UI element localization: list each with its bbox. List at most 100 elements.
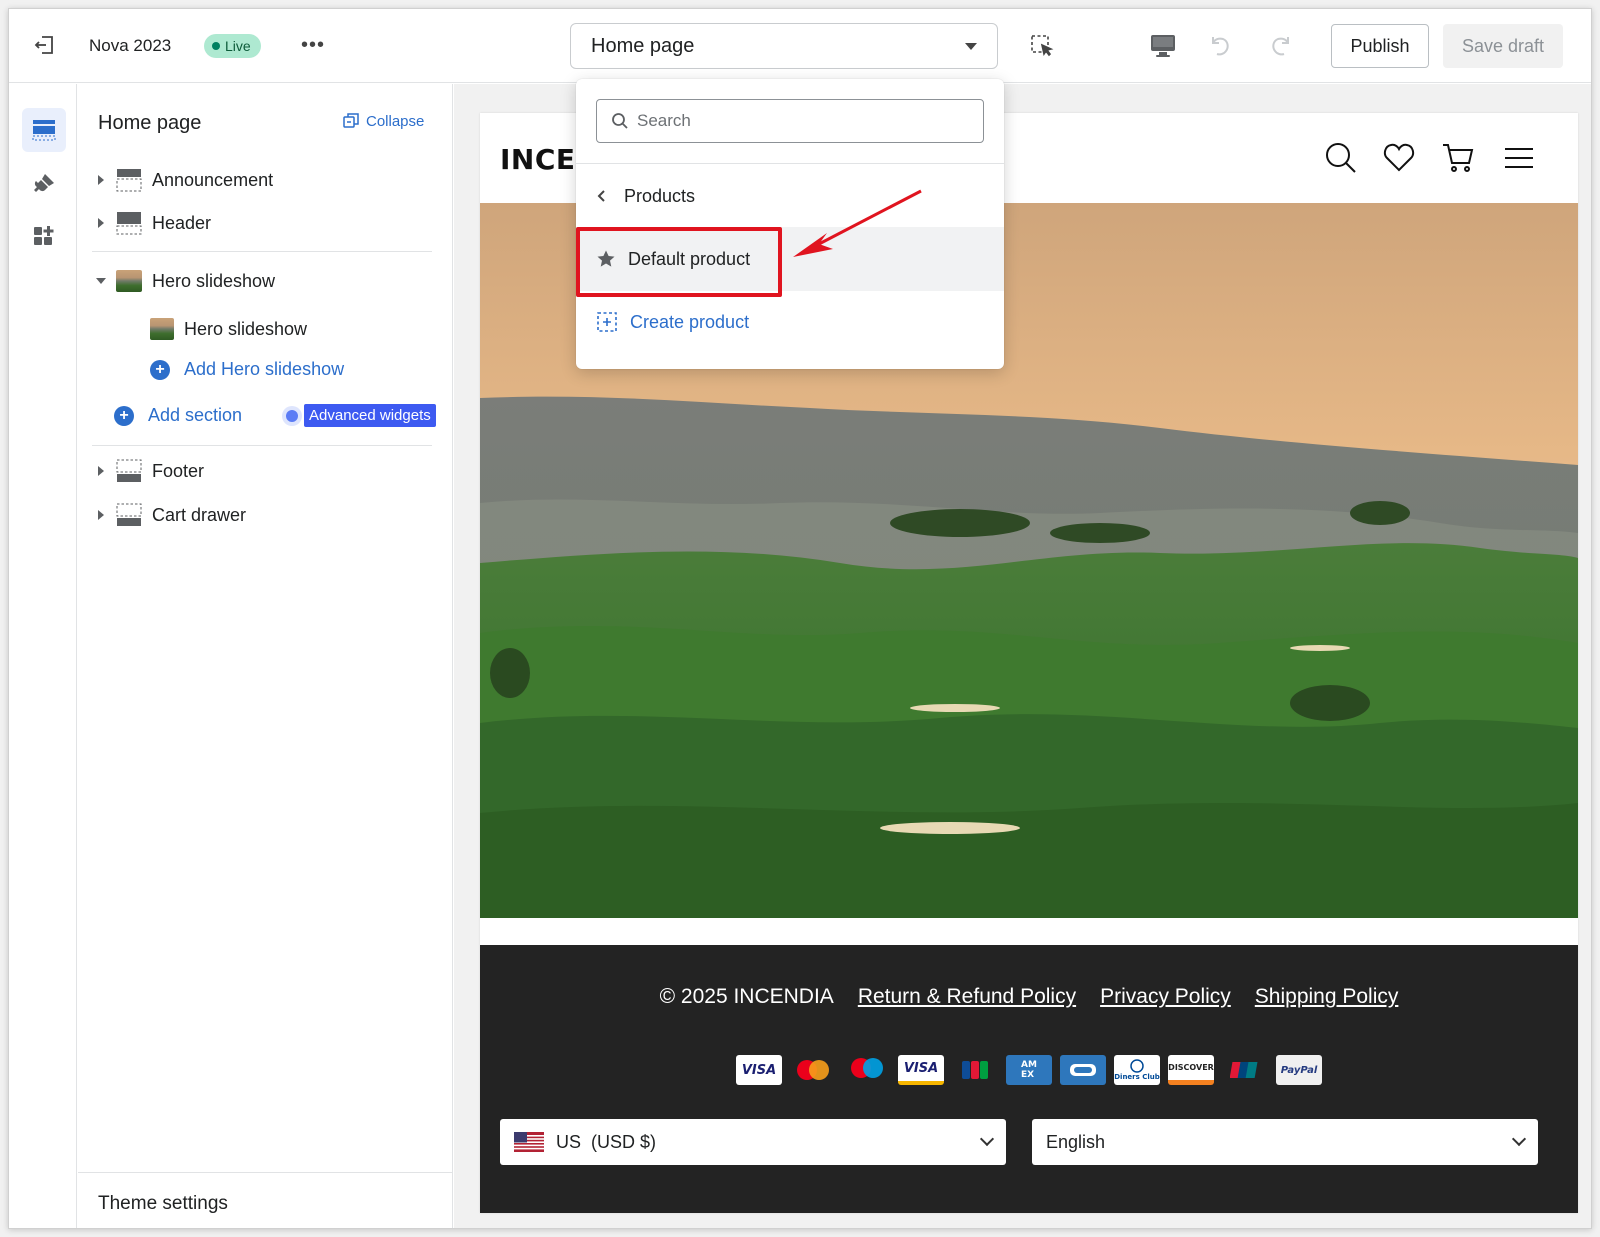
- add-hero-slideshow-button[interactable]: + Add Hero slideshow: [150, 359, 344, 380]
- page-selector-dropdown: Products Default product Create product: [576, 79, 1004, 369]
- collapse-button[interactable]: Collapse: [342, 112, 424, 130]
- create-product-label: Create product: [630, 311, 750, 332]
- redo-icon[interactable]: [1266, 31, 1296, 61]
- us-flag-icon: [514, 1132, 544, 1152]
- save-draft-button[interactable]: Save draft: [1443, 24, 1563, 68]
- advanced-widgets-label: Advanced widgets: [304, 404, 436, 427]
- hero-slide-thumbnail: [150, 318, 174, 340]
- hero-slideshow-thumbnail: [116, 270, 142, 292]
- theme-settings-footer: Theme settings: [78, 1172, 452, 1228]
- block-label: Hero slideshow: [184, 318, 308, 339]
- mastercard-icon: [790, 1055, 836, 1085]
- expand-caret-icon: [94, 464, 108, 478]
- amex-icon: AM EX: [1006, 1055, 1052, 1085]
- section-label: Footer: [152, 460, 205, 481]
- more-actions-button[interactable]: •••: [297, 31, 329, 59]
- expand-caret-icon: [94, 508, 108, 522]
- shipping-policy-link[interactable]: Shipping Policy: [1255, 985, 1399, 1009]
- language-selector[interactable]: English: [1032, 1119, 1538, 1165]
- theme-editor-window: Nova 2023 Live ••• Home page Publish Sav…: [8, 8, 1592, 1229]
- sidebar-divider: [92, 251, 432, 252]
- rail-theme-settings-button[interactable]: [22, 162, 66, 206]
- sidebar-title: Home page: [98, 112, 202, 134]
- diners-club-icon: Diners Club: [1114, 1055, 1160, 1085]
- section-footer[interactable]: Footer: [94, 454, 204, 488]
- rail-sections-button[interactable]: [22, 108, 66, 152]
- return-refund-policy-link[interactable]: Return & Refund Policy: [858, 985, 1076, 1009]
- dropdown-divider: [576, 163, 1004, 164]
- cart-icon[interactable]: [1441, 141, 1475, 175]
- paypal-icon: PayPal: [1276, 1055, 1322, 1085]
- search-icon: [612, 113, 628, 129]
- page-selector-label: Home page: [591, 34, 695, 57]
- section-announcement[interactable]: Announcement: [94, 163, 273, 197]
- section-label: Header: [152, 212, 212, 233]
- privacy-policy-link[interactable]: Privacy Policy: [1100, 985, 1231, 1009]
- card-icon: [1060, 1055, 1106, 1085]
- footer-section-icon: [116, 459, 142, 482]
- top-bar: Nova 2023 Live ••• Home page Publish Sav…: [9, 9, 1591, 83]
- default-product-label: Default product: [628, 248, 751, 269]
- create-template-icon: [597, 312, 617, 332]
- create-product-button[interactable]: Create product: [596, 305, 749, 339]
- collapse-label: Collapse: [366, 112, 425, 130]
- wishlist-heart-icon[interactable]: [1382, 141, 1416, 175]
- inspector-select-icon[interactable]: [1029, 33, 1055, 59]
- page-selector[interactable]: Home page: [570, 23, 998, 69]
- rail-apps-button[interactable]: [22, 214, 66, 258]
- back-to-products-button[interactable]: Products: [596, 179, 695, 213]
- section-header[interactable]: Header: [94, 206, 211, 240]
- advanced-widgets-dot-icon: [286, 409, 298, 422]
- visa-electron-icon: VISA: [898, 1055, 944, 1085]
- plus-circle-icon: +: [150, 359, 170, 380]
- dropdown-search-field[interactable]: [596, 99, 984, 143]
- publish-button[interactable]: Publish: [1331, 24, 1429, 68]
- add-hero-slideshow-label: Add Hero slideshow: [184, 359, 345, 379]
- sections-sidebar: Home page Collapse Announcement Header H…: [78, 84, 453, 1228]
- section-label: Announcement: [152, 169, 274, 190]
- back-label: Products: [624, 185, 696, 206]
- maestro-icon: [844, 1055, 890, 1085]
- language-label: English: [1046, 1131, 1106, 1152]
- plus-circle-icon: +: [114, 405, 134, 426]
- unionpay-icon: [1222, 1055, 1268, 1085]
- sections-icon: [32, 120, 56, 141]
- undo-icon[interactable]: [1205, 31, 1235, 61]
- payment-methods: VISA VISA AM EX Diners Club DISCOVER Pay…: [480, 1055, 1578, 1085]
- chevron-down-icon: [979, 1131, 995, 1147]
- default-product-option[interactable]: Default product: [576, 227, 1004, 291]
- advanced-widgets-tag[interactable]: Advanced widgets: [286, 404, 436, 427]
- live-label: Live: [225, 38, 251, 54]
- theme-settings-button[interactable]: Theme settings: [98, 1193, 228, 1215]
- exit-icon: [34, 36, 53, 54]
- section-hero-slideshow[interactable]: Hero slideshow: [94, 264, 275, 298]
- sidebar-divider: [92, 445, 432, 446]
- star-icon: [597, 250, 615, 267]
- paintbrush-icon: [34, 174, 54, 192]
- section-label: Cart drawer: [152, 504, 247, 525]
- footer-links: © 2025 INCENDIA Return & Refund Policy P…: [480, 985, 1578, 1009]
- currency-selector[interactable]: US (USD $): [500, 1119, 1006, 1165]
- collapse-caret-icon: [94, 274, 108, 288]
- apps-icon: [34, 226, 54, 245]
- search-icon[interactable]: [1324, 141, 1358, 175]
- copyright-text: © 2025 INCENDIA: [659, 985, 834, 1008]
- desktop-view-icon[interactable]: [1148, 31, 1178, 61]
- collapse-icon: [343, 113, 359, 128]
- block-hero-slide[interactable]: Hero slideshow: [150, 312, 307, 346]
- live-status-badge: Live: [204, 34, 261, 58]
- chevron-left-icon: [597, 190, 605, 202]
- add-section-button[interactable]: + Add section: [114, 405, 242, 426]
- add-section-label: Add section: [148, 405, 243, 425]
- menu-hamburger-icon[interactable]: [1502, 141, 1536, 175]
- dropdown-search-input[interactable]: [637, 111, 957, 131]
- chevron-down-icon: [1511, 1131, 1527, 1147]
- visa-icon: VISA: [736, 1055, 782, 1085]
- section-cart-drawer[interactable]: Cart drawer: [94, 498, 246, 532]
- header-section-icon: [116, 212, 142, 235]
- store-name: Nova 2023: [89, 36, 172, 55]
- live-dot-icon: [212, 42, 220, 50]
- exit-editor-button[interactable]: [31, 31, 59, 59]
- discover-icon: DISCOVER: [1168, 1055, 1214, 1085]
- left-rail: [9, 84, 77, 1228]
